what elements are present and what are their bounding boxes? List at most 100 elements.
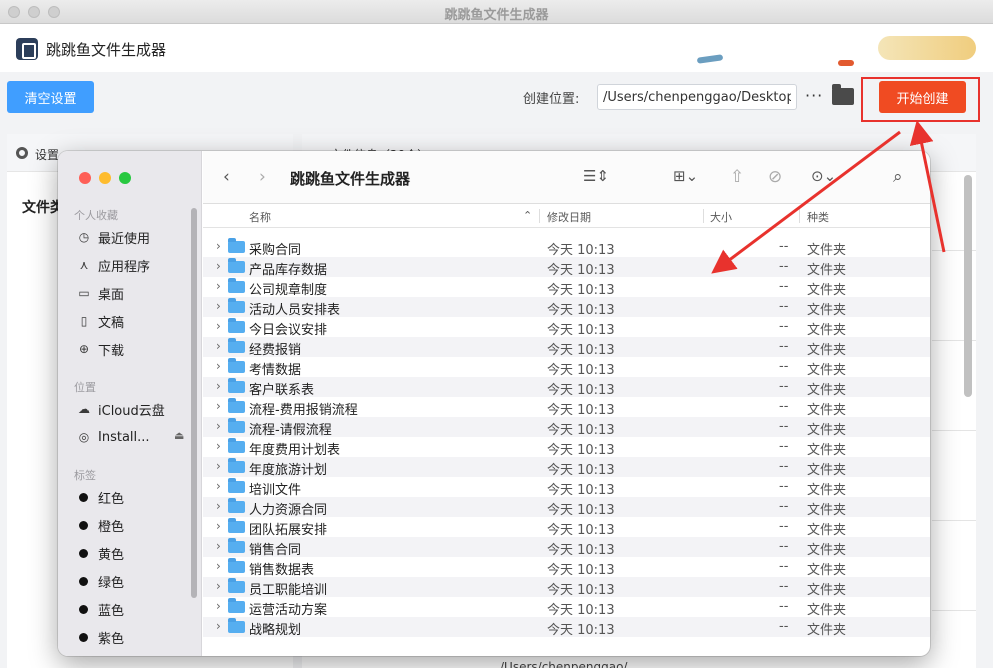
- column-divider: [799, 209, 800, 223]
- sidebar-tag-purple[interactable]: 紫色: [76, 627, 194, 647]
- column-divider: [703, 209, 704, 223]
- apps-icon: ⋏: [79, 258, 89, 272]
- file-name: 培训文件: [249, 483, 302, 498]
- file-row[interactable]: › 员工职能培训 今天 10:13 -- 文件夹: [203, 577, 930, 598]
- sidebar-item-desktop[interactable]: ▭ 桌面: [76, 283, 194, 303]
- sidebar-tag-orange[interactable]: 橙色: [76, 515, 194, 535]
- file-date: 今天 10:13: [547, 343, 615, 358]
- vip-badge[interactable]: [878, 36, 976, 60]
- disclosure-chevron-icon[interactable]: ›: [216, 239, 221, 253]
- disclosure-chevron-icon[interactable]: ›: [216, 279, 221, 293]
- file-row[interactable]: › 销售合同 今天 10:13 -- 文件夹: [203, 537, 930, 558]
- more-icon[interactable]: ···: [805, 86, 823, 105]
- tag-icon[interactable]: ⊘: [768, 167, 782, 187]
- more-actions-icon[interactable]: ⊙⌄: [811, 167, 836, 185]
- disclosure-chevron-icon[interactable]: ›: [216, 259, 221, 273]
- zoom-dot-icon[interactable]: [119, 172, 131, 184]
- file-row[interactable]: › 公司规章制度 今天 10:13 -- 文件夹: [203, 277, 930, 298]
- file-date: 今天 10:13: [547, 283, 615, 298]
- forward-icon[interactable]: ›: [259, 167, 266, 187]
- disclosure-chevron-icon[interactable]: ›: [216, 539, 221, 553]
- disclosure-chevron-icon[interactable]: ›: [216, 319, 221, 333]
- disclosure-chevron-icon[interactable]: ›: [216, 379, 221, 393]
- file-name: 经费报销: [249, 343, 302, 358]
- column-size[interactable]: 大小: [710, 209, 732, 225]
- column-name[interactable]: 名称: [249, 209, 271, 225]
- sidebar-item-downloads[interactable]: ⊕ 下载: [76, 339, 194, 359]
- eject-icon[interactable]: ⏏: [174, 429, 184, 442]
- file-row[interactable]: › 运营活动方案 今天 10:13 -- 文件夹: [203, 597, 930, 618]
- start-create-button[interactable]: 开始创建: [879, 81, 966, 113]
- file-row[interactable]: › 产品库存数据 今天 10:13 -- 文件夹: [203, 257, 930, 278]
- sidebar-item-label: 下载: [98, 343, 125, 359]
- disclosure-chevron-icon[interactable]: ›: [216, 599, 221, 613]
- folder-icon[interactable]: [832, 84, 854, 105]
- file-row[interactable]: › 流程-请假流程 今天 10:13 -- 文件夹: [203, 417, 930, 438]
- location-input[interactable]: [597, 84, 797, 110]
- file-row[interactable]: › 经费报销 今天 10:13 -- 文件夹: [203, 337, 930, 358]
- file-row[interactable]: › 团队拓展安排 今天 10:13 -- 文件夹: [203, 517, 930, 538]
- window-titlebar: 跳跳鱼文件生成器: [0, 0, 993, 24]
- disclosure-chevron-icon[interactable]: ›: [216, 499, 221, 513]
- sidebar-tag-red[interactable]: 红色: [76, 487, 194, 507]
- disclosure-chevron-icon[interactable]: ›: [216, 359, 221, 373]
- file-info-scrollbar[interactable]: [964, 175, 972, 397]
- sidebar-item-label: 绿色: [98, 575, 125, 591]
- file-row[interactable]: › 考情数据 今天 10:13 -- 文件夹: [203, 357, 930, 378]
- sidebar-item-label: iCloud云盘: [98, 403, 165, 419]
- file-row[interactable]: › 人力资源合同 今天 10:13 -- 文件夹: [203, 497, 930, 518]
- file-row[interactable]: › 今日会议安排 今天 10:13 -- 文件夹: [203, 317, 930, 338]
- app-logo-icon: [16, 38, 38, 60]
- sidebar-tag-green[interactable]: 绿色: [76, 571, 194, 591]
- minimize-dot-icon[interactable]: [99, 172, 111, 184]
- back-icon[interactable]: ‹: [223, 167, 230, 187]
- file-name: 流程-费用报销流程: [249, 403, 358, 418]
- disclosure-chevron-icon[interactable]: ›: [216, 619, 221, 633]
- disclosure-chevron-icon[interactable]: ›: [216, 339, 221, 353]
- file-size: --: [779, 319, 789, 334]
- column-modified[interactable]: 修改日期: [547, 209, 591, 225]
- disclosure-chevron-icon[interactable]: ›: [216, 419, 221, 433]
- file-name: 年度旅游计划: [249, 463, 328, 478]
- file-row[interactable]: › 年度旅游计划 今天 10:13 -- 文件夹: [203, 457, 930, 478]
- disclosure-chevron-icon[interactable]: ›: [216, 559, 221, 573]
- disclosure-chevron-icon[interactable]: ›: [216, 519, 221, 533]
- sort-up-icon[interactable]: ⌃: [523, 209, 532, 222]
- group-icon[interactable]: ⊞⌄: [673, 167, 698, 185]
- file-kind: 文件夹: [807, 483, 847, 498]
- file-row[interactable]: › 客户联系表 今天 10:13 -- 文件夹: [203, 377, 930, 398]
- sidebar-item-applications[interactable]: ⋏ 应用程序: [76, 255, 194, 275]
- sidebar-scrollbar[interactable]: [191, 208, 197, 598]
- file-row[interactable]: › 流程-费用报销流程 今天 10:13 -- 文件夹: [203, 397, 930, 418]
- sidebar-tag-yellow[interactable]: 黄色: [76, 543, 194, 563]
- sidebar-item-recents[interactable]: ◷ 最近使用: [76, 227, 194, 247]
- bottom-path-text: /Users/chenpenggao/: [500, 660, 628, 668]
- header-decoration: [838, 60, 854, 66]
- file-row[interactable]: › 采购合同 今天 10:13 -- 文件夹: [203, 237, 930, 258]
- file-name: 运营活动方案: [249, 603, 328, 618]
- sidebar-item-documents[interactable]: ▯ 文稿: [76, 311, 194, 331]
- clear-settings-button[interactable]: 清空设置: [7, 81, 94, 113]
- disclosure-chevron-icon[interactable]: ›: [216, 299, 221, 313]
- close-dot-icon[interactable]: [79, 172, 91, 184]
- file-row[interactable]: › 活动人员安排表 今天 10:13 -- 文件夹: [203, 297, 930, 318]
- disclosure-chevron-icon[interactable]: ›: [216, 439, 221, 453]
- file-date: 今天 10:13: [547, 503, 615, 518]
- disclosure-chevron-icon[interactable]: ›: [216, 459, 221, 473]
- file-row[interactable]: › 年度费用计划表 今天 10:13 -- 文件夹: [203, 437, 930, 458]
- search-icon[interactable]: ⌕: [893, 167, 903, 187]
- sidebar-item-install[interactable]: ◎ Install... ⏏: [76, 427, 194, 447]
- sidebar-tag-blue[interactable]: 蓝色: [76, 599, 194, 619]
- list-view-icon[interactable]: ☰⇕: [583, 167, 609, 185]
- disclosure-chevron-icon[interactable]: ›: [216, 399, 221, 413]
- file-row[interactable]: › 战略规划 今天 10:13 -- 文件夹: [203, 617, 930, 638]
- share-icon[interactable]: ⇧: [730, 167, 744, 187]
- disclosure-chevron-icon[interactable]: ›: [216, 579, 221, 593]
- file-row[interactable]: › 销售数据表 今天 10:13 -- 文件夹: [203, 557, 930, 578]
- finder-title: 跳跳鱼文件生成器: [290, 170, 411, 188]
- file-row[interactable]: › 培训文件 今天 10:13 -- 文件夹: [203, 477, 930, 498]
- column-kind[interactable]: 种类: [807, 209, 829, 225]
- folder-icon: [228, 318, 245, 333]
- disclosure-chevron-icon[interactable]: ›: [216, 479, 221, 493]
- sidebar-item-icloud[interactable]: ☁ iCloud云盘: [76, 399, 194, 419]
